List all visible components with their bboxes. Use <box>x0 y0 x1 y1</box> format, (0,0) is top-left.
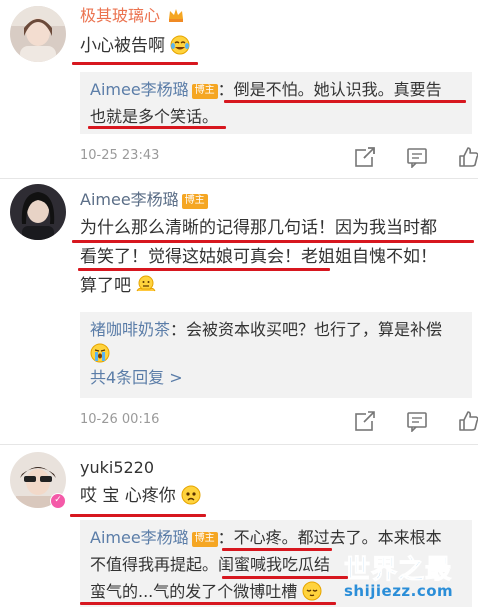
username-text: yuki5220 <box>80 458 155 477</box>
highlight-underline <box>224 100 466 103</box>
sad-emoji <box>181 485 201 505</box>
comment-meta: 10-25 23:43 25 <box>80 146 478 169</box>
share-icon[interactable] <box>354 410 376 432</box>
highlight-underline <box>222 576 348 579</box>
crown-icon <box>167 7 185 23</box>
blogger-badge: 博主 <box>191 84 218 99</box>
avatar[interactable] <box>10 6 66 62</box>
view-more-replies-link[interactable]: 共4条回复 > <box>90 365 462 391</box>
watermark-title: 世界之最 <box>344 555 453 586</box>
highlight-underline <box>72 62 198 65</box>
reply-box[interactable]: Aimee李杨璐 博主 ：倒是不怕。她认识我。真要告 也就是多个笑话。 <box>80 72 472 134</box>
username-text: 极其玻璃心 <box>80 6 161 25</box>
like-icon[interactable] <box>458 410 478 432</box>
reply-line: Aimee李杨璐 博主 ：不心疼。都过去了。本来根本 <box>90 524 462 551</box>
blogger-badge: 博主 <box>181 194 208 209</box>
crying-emoji <box>90 343 110 363</box>
comment-text-content: 算了吧 <box>80 276 131 296</box>
avatar[interactable] <box>10 184 66 240</box>
highlight-underline <box>78 268 330 271</box>
reply-text: 也就是多个笑话。 <box>90 107 219 126</box>
reply-username[interactable]: 褚咖啡奶茶 <box>90 320 170 339</box>
highlight-underline <box>72 240 474 243</box>
shrug-emoji <box>136 275 156 295</box>
reply-icon[interactable] <box>406 146 428 169</box>
comment-text-content: 小心被告啊 <box>80 36 165 56</box>
verified-badge: ✓ <box>50 493 66 509</box>
comment-text-content: 哎 宝 心疼你 <box>80 486 176 506</box>
site-watermark: 世界之最 shijiezz.com <box>344 549 476 605</box>
timestamp: 10-26 00:16 <box>80 412 160 427</box>
highlight-underline <box>80 602 336 605</box>
reply-text: ：会被资本收买吧？也行了，算是补偿 <box>170 320 443 339</box>
comment-text: 哎 宝 心疼你 <box>80 482 470 511</box>
like-icon[interactable] <box>458 146 478 168</box>
reply-line <box>90 343 462 365</box>
comment-line: 算了吧 <box>80 272 470 301</box>
reply-text: 蛮气的...气的发了个微博吐槽 <box>90 582 298 601</box>
comment-text: 小心被告啊 <box>80 32 470 61</box>
username-text: Aimee李杨璐 <box>80 190 179 209</box>
laugh-cry-emoji <box>170 35 190 55</box>
relieved-emoji <box>302 581 322 601</box>
comment-text: 为什么那么清晰的记得那几句话！因为我当时都 看笑了！觉得这姑娘可真会！老姐姐自愧… <box>80 214 470 301</box>
comment-username[interactable]: yuki5220 <box>80 458 154 478</box>
reply-text: ：不心疼。都过去了。本来根本 <box>217 528 442 547</box>
share-icon[interactable] <box>354 146 376 168</box>
watermark-url: shijiezz.com <box>344 582 454 600</box>
divider <box>0 178 478 179</box>
reply-username[interactable]: Aimee李杨璐 <box>90 80 189 99</box>
divider <box>0 444 478 445</box>
highlight-underline <box>70 514 206 517</box>
comment-line: 为什么那么清晰的记得那几句话！因为我当时都 <box>80 218 437 238</box>
comment-username[interactable]: Aimee李杨璐 博主 <box>80 190 208 210</box>
blogger-badge: 博主 <box>191 532 218 547</box>
highlight-underline <box>222 548 332 551</box>
highlight-underline <box>88 126 226 129</box>
reply-line: Aimee李杨璐 博主 ：倒是不怕。她认识我。真要告 <box>90 76 462 103</box>
reply-username[interactable]: Aimee李杨璐 <box>90 528 189 547</box>
reply-box[interactable]: 褚咖啡奶茶：会被资本收买吧？也行了，算是补偿 共4条回复 > <box>80 312 472 398</box>
reply-line: 褚咖啡奶茶：会被资本收买吧？也行了，算是补偿 <box>90 316 462 343</box>
reply-text: ：倒是不怕。她认识我。真要告 <box>217 80 442 99</box>
reply-icon[interactable] <box>406 410 428 433</box>
comment-meta: 10-26 00:16 <box>80 410 478 433</box>
reply-text: 不值得我再提起。闺蜜喊我吃瓜结 <box>90 555 331 574</box>
timestamp: 10-25 23:43 <box>80 148 160 163</box>
comment-username[interactable]: 极其玻璃心 <box>80 6 185 26</box>
